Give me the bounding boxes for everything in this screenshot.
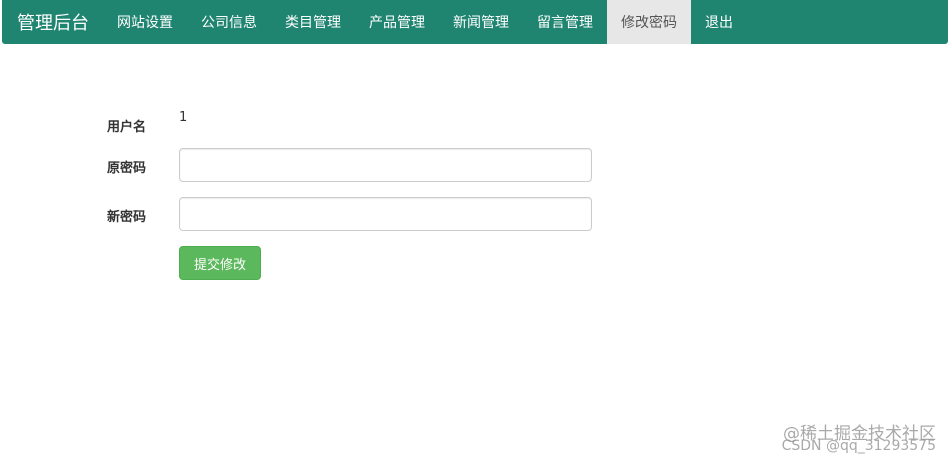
watermark: @稀土掘金技术社区 CSDN @qq_31293575 (781, 426, 936, 454)
nav-item-message-management[interactable]: 留言管理 (523, 0, 607, 44)
nav-item-news-management[interactable]: 新闻管理 (439, 0, 523, 44)
nav-item-product-management[interactable]: 产品管理 (355, 0, 439, 44)
submit-change-button[interactable]: 提交修改 (179, 246, 261, 280)
nav-item-site-settings[interactable]: 网站设置 (103, 0, 187, 44)
old-password-label: 原密码 (107, 161, 147, 176)
watermark-line-2: CSDN @qq_31293575 (781, 438, 936, 454)
old-password-field[interactable] (179, 148, 592, 182)
nav-menu: 网站设置 公司信息 类目管理 产品管理 新闻管理 留言管理 修改密码 退出 (103, 0, 747, 44)
brand-title[interactable]: 管理后台 (2, 0, 103, 44)
username-label: 用户名 (107, 120, 147, 135)
new-password-field[interactable] (179, 197, 592, 231)
username-value: 1 (179, 110, 188, 125)
nav-item-change-password[interactable]: 修改密码 (607, 0, 691, 44)
nav-item-company-info[interactable]: 公司信息 (187, 0, 271, 44)
nav-item-logout[interactable]: 退出 (691, 0, 747, 44)
nav-item-category-management[interactable]: 类目管理 (271, 0, 355, 44)
top-navbar: 管理后台 网站设置 公司信息 类目管理 产品管理 新闻管理 留言管理 修改密码 … (2, 0, 948, 44)
new-password-label: 新密码 (107, 210, 147, 225)
